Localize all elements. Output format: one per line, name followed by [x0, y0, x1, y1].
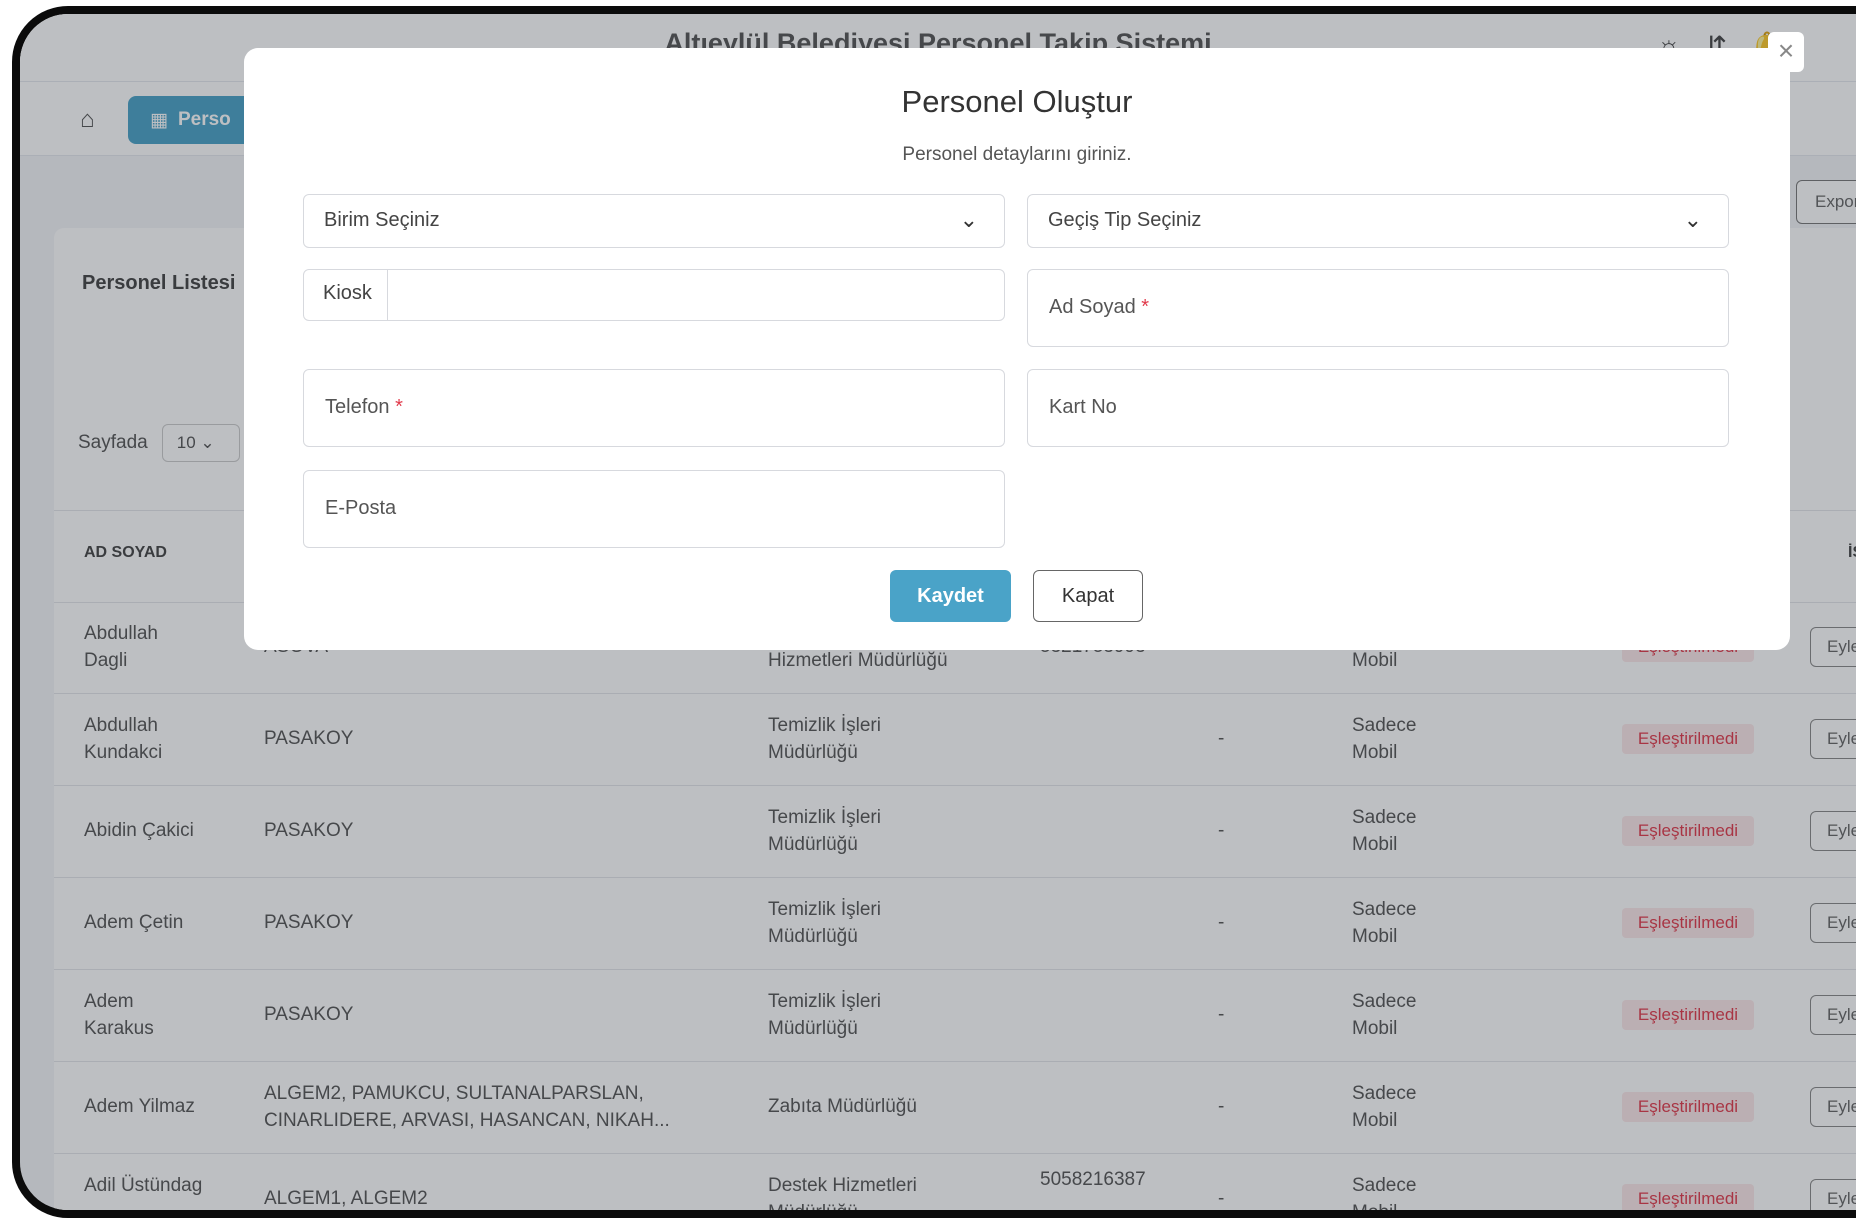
modal-subtitle: Personel detaylarını giriniz.	[902, 144, 1132, 165]
telefon-field[interactable]: Telefon *	[303, 369, 1005, 447]
gecis-placeholder: Geçiş Tip Seçiniz	[1048, 209, 1202, 231]
eposta-field[interactable]: E-Posta	[303, 470, 1005, 548]
device-frame: Altıeylül Belediyesi Personel Takip Sist…	[12, 6, 1856, 1218]
kart-no-field[interactable]: Kart No	[1027, 369, 1729, 447]
chevron-down-icon: ⌄	[1683, 207, 1702, 232]
kiosk-label: Kiosk	[304, 270, 388, 320]
kiosk-input-group: Kiosk	[303, 269, 1005, 321]
birim-placeholder: Birim Seçiniz	[324, 209, 440, 231]
required-mark: *	[1141, 296, 1150, 318]
ad-soyad-label: Ad Soyad	[1049, 296, 1136, 318]
create-personel-modal: Personel Oluştur Personel detaylarını gi…	[244, 48, 1790, 650]
chevron-down-icon: ⌄	[959, 207, 978, 232]
save-button[interactable]: Kaydet	[890, 570, 1011, 622]
gecis-tip-select[interactable]: Geçiş Tip Seçiniz ⌄	[1027, 194, 1729, 248]
ad-soyad-field[interactable]: Ad Soyad *	[1027, 269, 1729, 347]
close-icon[interactable]: ×	[1768, 32, 1804, 72]
telefon-label: Telefon	[325, 396, 390, 418]
kiosk-input[interactable]	[388, 270, 1004, 320]
eposta-label: E-Posta	[325, 497, 397, 519]
modal-title: Personel Oluştur	[901, 84, 1133, 119]
required-mark: *	[395, 396, 403, 418]
kart-no-label: Kart No	[1049, 396, 1117, 418]
birim-select[interactable]: Birim Seçiniz ⌄	[303, 194, 1005, 248]
close-button[interactable]: Kapat	[1033, 570, 1143, 622]
